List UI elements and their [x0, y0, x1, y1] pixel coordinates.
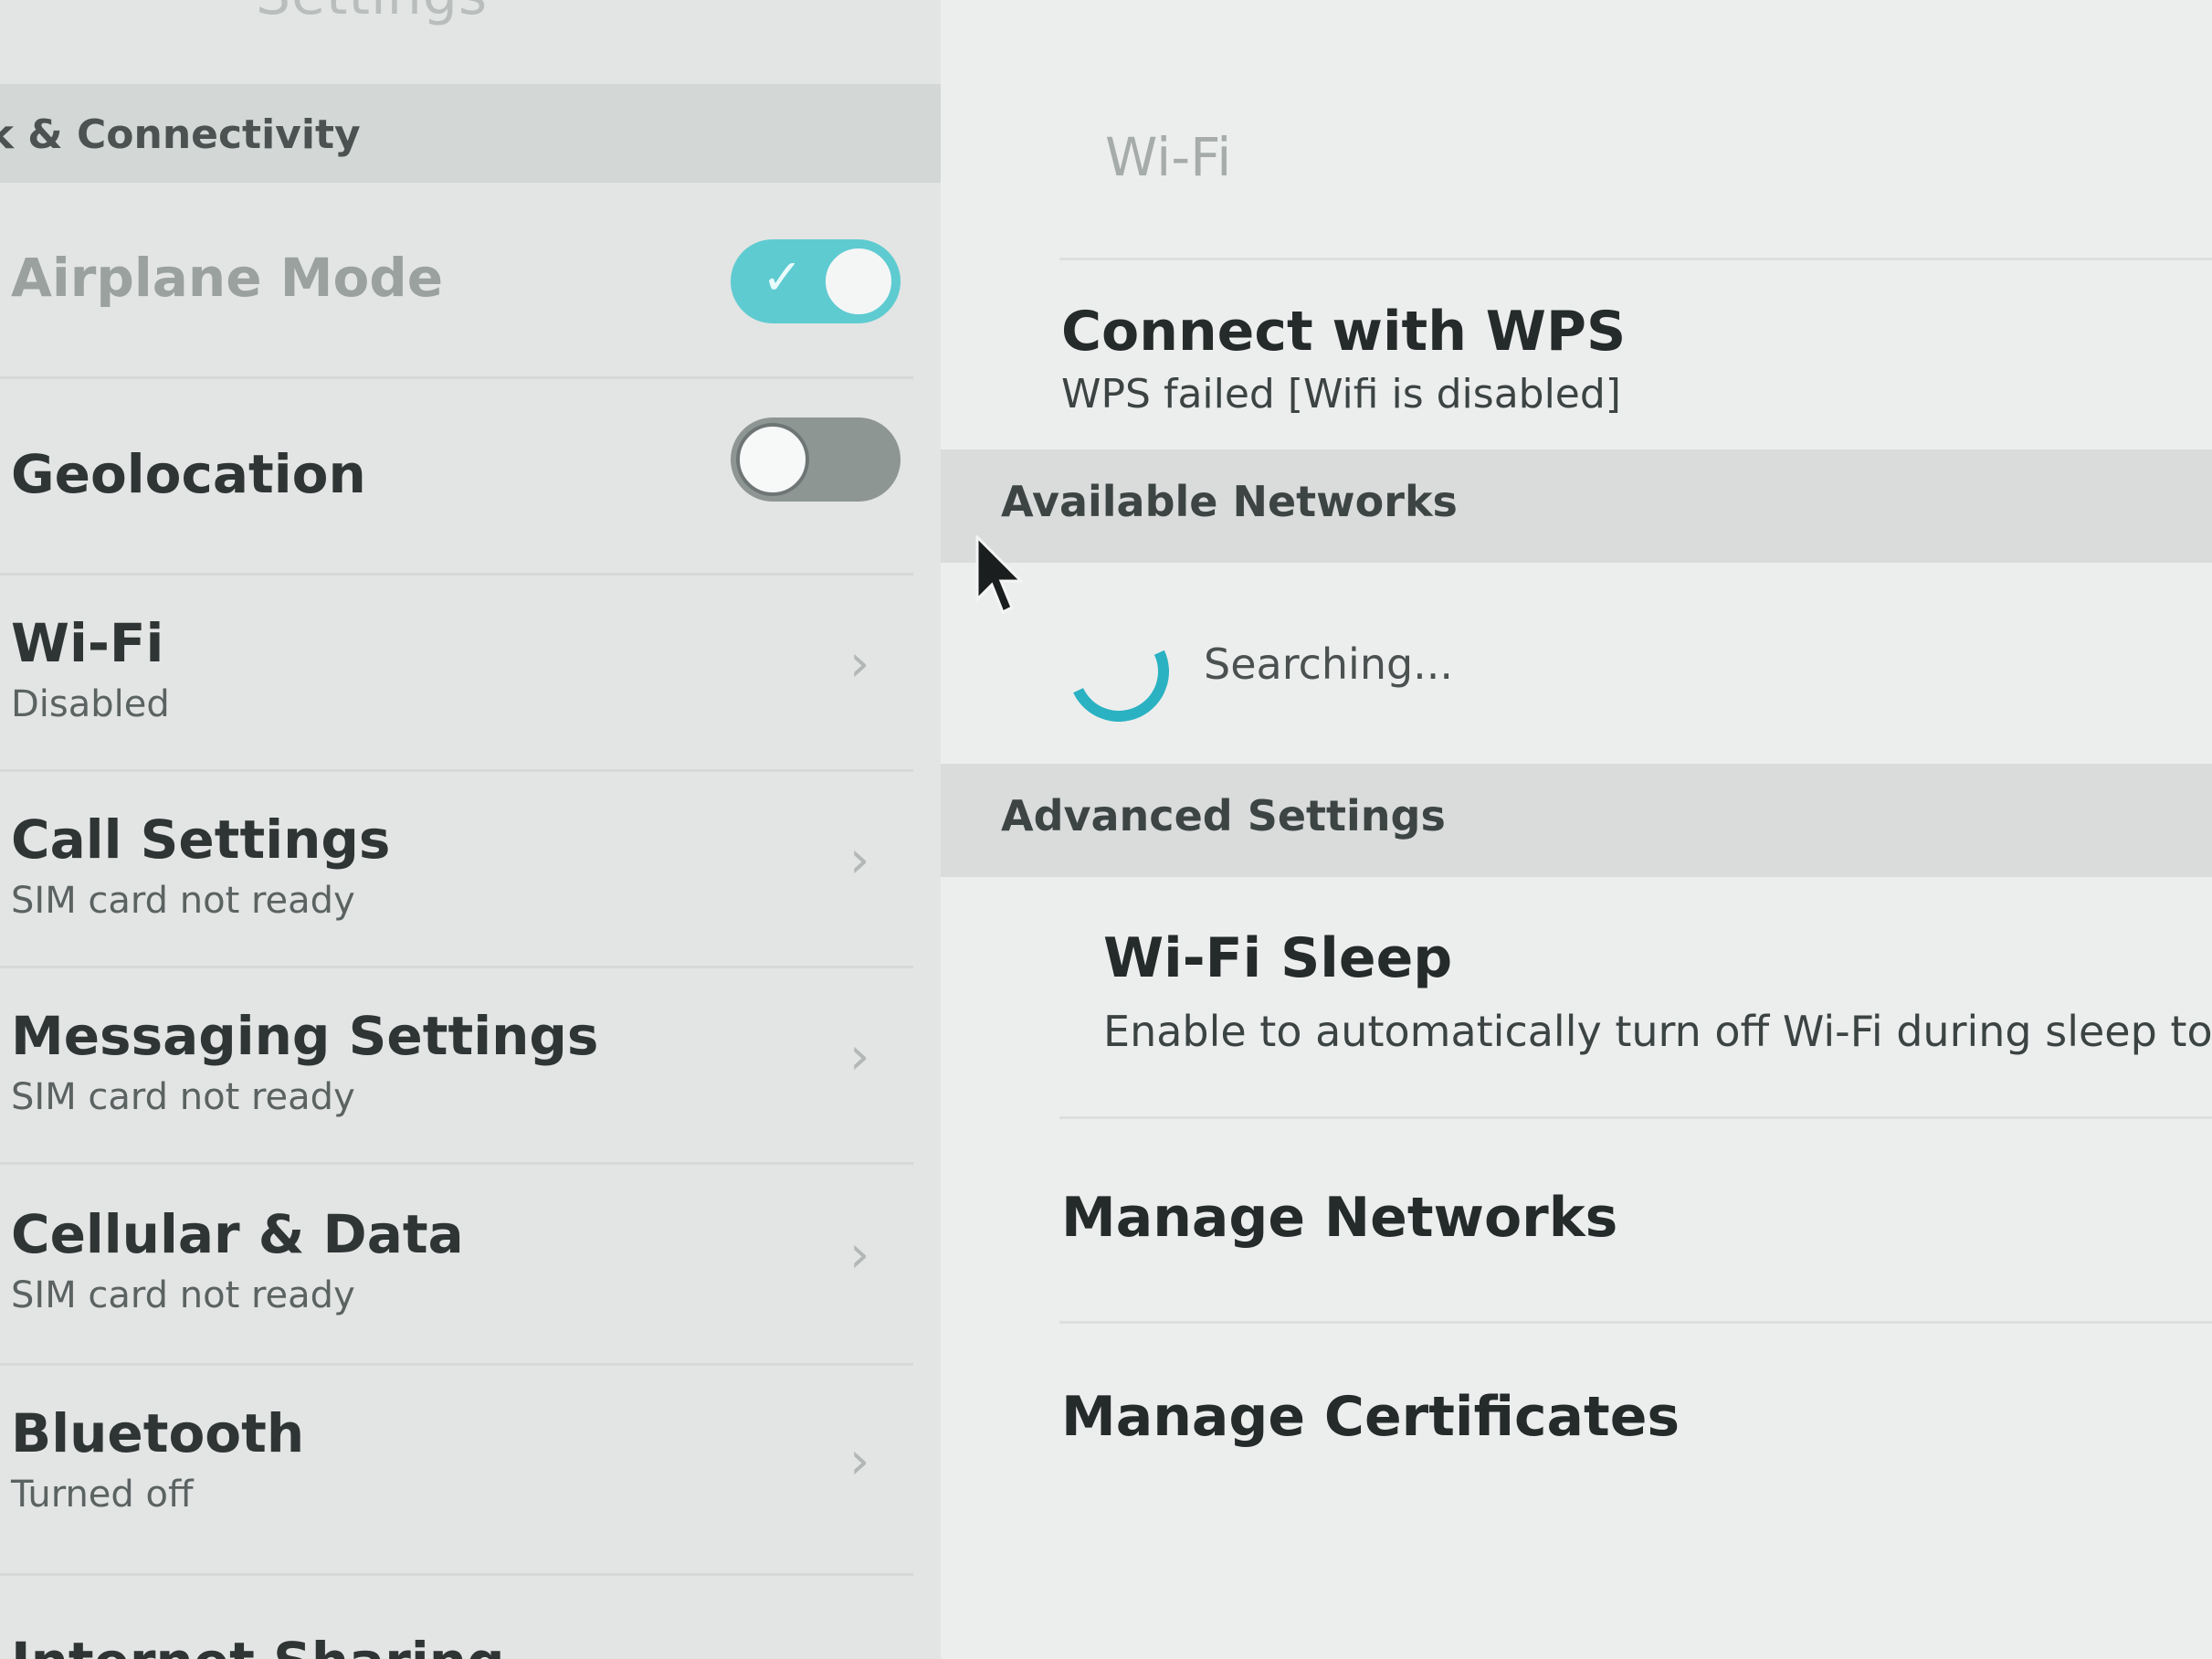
app-title: Settings [256, 0, 488, 27]
settings-item-wifi[interactable]: Wi-Fi Disabled › [0, 576, 913, 772]
manage-certificates-label: Manage Certificates [1061, 1385, 1680, 1449]
loading-spinner-icon [1054, 607, 1184, 736]
wps-status: WPS failed [Wifi is disabled] [1061, 371, 1621, 417]
settings-item-bluetooth[interactable]: Bluetooth Turned off › [0, 1366, 913, 1576]
settings-item-status: SIM card not ready [11, 1076, 355, 1118]
wifi-detail-panel: Wi-Fi Connect with WPS WPS failed [Wifi … [941, 0, 2212, 1659]
checkmark-icon: ✓ [762, 248, 804, 306]
wifi-sleep-description: Enable to automatically turn off Wi-Fi d… [1103, 1007, 2212, 1056]
settings-item-internet-sharing[interactable]: Internet Sharing [0, 1576, 913, 1659]
wifi-sleep-item[interactable]: Wi-Fi Sleep Enable to automatically turn… [941, 879, 2212, 1116]
chevron-right-icon: › [849, 830, 870, 890]
settings-item-cellular-data[interactable]: Cellular & Data SIM card not ready › [0, 1165, 913, 1366]
airplane-mode-toggle[interactable]: ✓ [731, 239, 901, 323]
settings-item-airplane-mode[interactable]: Airplane Mode ✓ [0, 183, 913, 379]
wps-label: Connect with WPS [1061, 300, 1627, 364]
section-header-available-networks: Available Networks [941, 449, 2212, 563]
settings-item-label: Call Settings [11, 808, 391, 871]
section-header-connectivity: rk & Connectivity [0, 84, 941, 183]
settings-item-label: Internet Sharing [11, 1631, 505, 1659]
divider [1059, 1116, 2212, 1119]
manage-networks-label: Manage Networks [1061, 1186, 1618, 1250]
chevron-right-icon: › [849, 1225, 870, 1284]
section-header-label: Available Networks [1001, 477, 1458, 526]
settings-item-status: SIM card not ready [11, 1274, 355, 1316]
settings-item-label: Airplane Mode [11, 247, 444, 309]
settings-item-label: Cellular & Data [11, 1203, 464, 1265]
geolocation-toggle[interactable] [731, 417, 901, 502]
settings-item-label: Wi-Fi [11, 612, 164, 674]
settings-screen: Settings rk & Connectivity Airplane Mode… [0, 0, 2212, 1659]
connect-with-wps-item[interactable]: Connect with WPS WPS failed [Wifi is dis… [941, 265, 2212, 448]
settings-item-status: Turned off [11, 1474, 194, 1516]
settings-item-status: SIM card not ready [11, 880, 355, 922]
toggle-knob [822, 245, 895, 318]
settings-item-geolocation[interactable]: Geolocation [0, 379, 913, 576]
settings-item-status: Disabled [11, 683, 170, 725]
settings-item-messaging[interactable]: Messaging Settings SIM card not ready › [0, 968, 913, 1165]
settings-item-label: Messaging Settings [11, 1005, 599, 1067]
divider [1059, 1321, 2212, 1324]
section-header-label: Advanced Settings [1001, 791, 1446, 840]
chevron-right-icon: › [849, 1432, 870, 1491]
toggle-knob [736, 423, 809, 496]
chevron-right-icon: › [849, 1027, 870, 1086]
section-header-advanced-settings: Advanced Settings [941, 764, 2212, 877]
divider [1059, 258, 2212, 260]
manage-networks-item[interactable]: Manage Networks [941, 1120, 2212, 1321]
section-header-label: rk & Connectivity [0, 111, 361, 158]
settings-menu-panel: Settings rk & Connectivity Airplane Mode… [0, 0, 941, 1659]
settings-item-label: Bluetooth [11, 1402, 305, 1464]
panel-title: Wi-Fi [1105, 126, 1232, 188]
manage-certificates-item[interactable]: Manage Certificates [941, 1325, 2212, 1526]
chevron-right-icon: › [849, 634, 870, 693]
settings-item-call-settings[interactable]: Call Settings SIM card not ready › [0, 772, 913, 968]
searching-status: Searching... [1204, 639, 1454, 689]
mouse-pointer-icon [975, 535, 1025, 615]
settings-item-label: Geolocation [11, 443, 366, 505]
wifi-sleep-label: Wi-Fi Sleep [1103, 926, 1453, 990]
